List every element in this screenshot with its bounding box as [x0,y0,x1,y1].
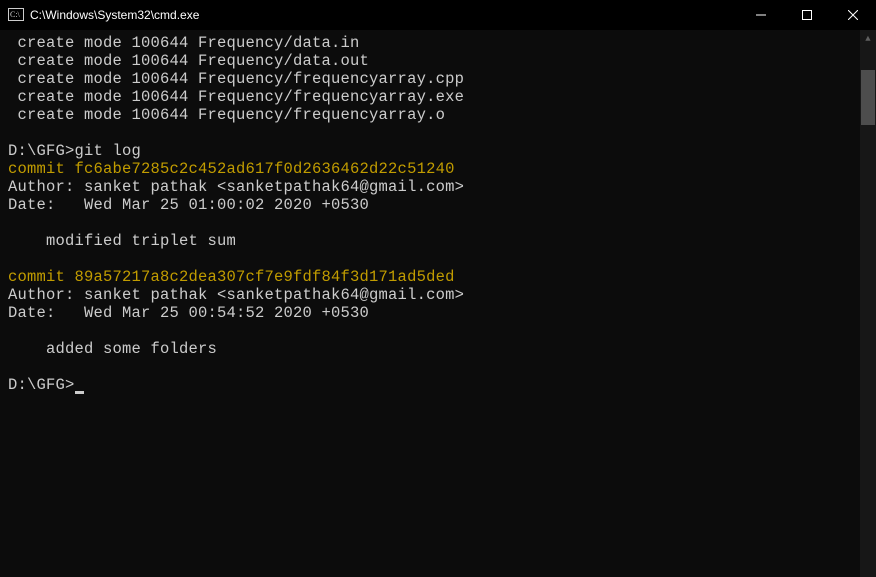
output-line: create mode 100644 Frequency/frequencyar… [8,70,852,88]
cmd-icon: C:\ [8,7,24,23]
terminal-content-area: create mode 100644 Frequency/data.in cre… [0,30,876,577]
svg-text:C:\: C:\ [10,10,21,19]
output-line: create mode 100644 Frequency/frequencyar… [8,106,852,124]
window-title: C:\Windows\System32\cmd.exe [30,8,199,22]
vertical-scrollbar[interactable]: ▲ [860,30,876,577]
minimize-button[interactable] [738,0,784,30]
prompt-line: D:\GFG> [8,376,852,394]
terminal-output[interactable]: create mode 100644 Frequency/data.in cre… [0,30,860,577]
commit-hash-line: commit fc6abe7285c2c452ad617f0d2636462d2… [8,160,852,178]
maximize-button[interactable] [784,0,830,30]
commit-date-line: Date: Wed Mar 25 00:54:52 2020 +0530 [8,304,852,322]
blank-line [8,214,852,232]
prompt-path: D:\GFG> [8,376,75,394]
output-line: create mode 100644 Frequency/data.out [8,52,852,70]
blank-line [8,250,852,268]
commit-date-line: Date: Wed Mar 25 01:00:02 2020 +0530 [8,196,852,214]
prompt-command: git log [75,142,142,160]
blank-line [8,358,852,376]
cursor [75,391,84,394]
commit-message-line: added some folders [8,340,852,358]
blank-line [8,124,852,142]
commit-author-line: Author: sanket pathak <sanketpathak64@gm… [8,286,852,304]
commit-author-line: Author: sanket pathak <sanketpathak64@gm… [8,178,852,196]
titlebar[interactable]: C:\ C:\Windows\System32\cmd.exe [0,0,876,30]
prompt-line: D:\GFG>git log [8,142,852,160]
output-line: create mode 100644 Frequency/frequencyar… [8,88,852,106]
blank-line [8,322,852,340]
output-line: create mode 100644 Frequency/data.in [8,34,852,52]
commit-hash-line: commit 89a57217a8c2dea307cf7e9fdf84f3d17… [8,268,852,286]
scroll-up-arrow-icon[interactable]: ▲ [860,30,876,47]
close-button[interactable] [830,0,876,30]
prompt-path: D:\GFG> [8,142,75,160]
cmd-window: C:\ C:\Windows\System32\cmd.exe create m… [0,0,876,577]
scrollbar-thumb[interactable] [861,70,875,125]
commit-message-line: modified triplet sum [8,232,852,250]
